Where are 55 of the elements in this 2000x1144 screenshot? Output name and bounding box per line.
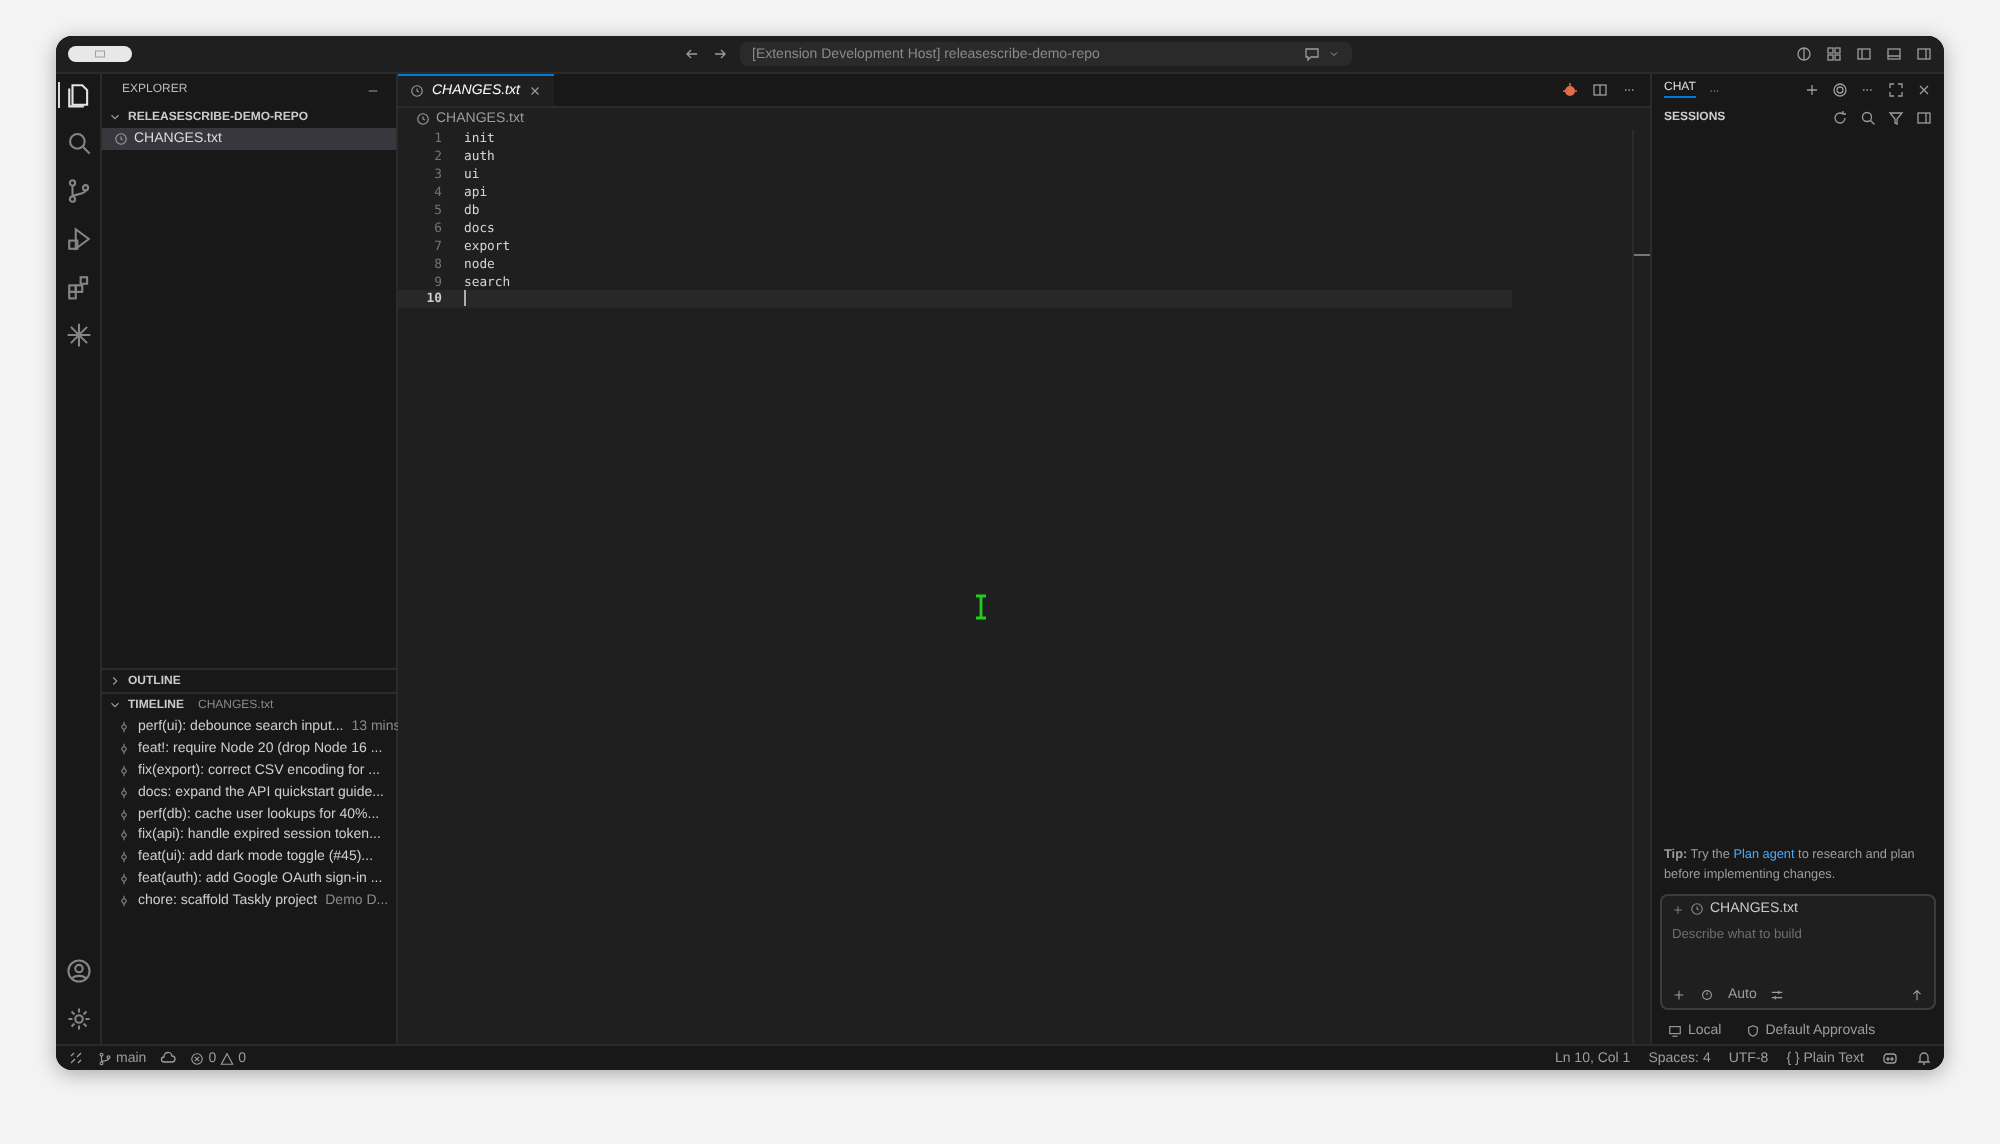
commit-icon[interactable] xyxy=(118,828,130,843)
commit-icon[interactable] xyxy=(118,741,130,756)
split-editor-icon[interactable] xyxy=(1592,82,1608,98)
settings-icon[interactable] xyxy=(1832,82,1848,98)
bug-icon[interactable] xyxy=(1562,82,1578,98)
run-debug-icon[interactable] xyxy=(66,226,92,252)
commit-icon[interactable] xyxy=(118,719,130,734)
half-circle-icon[interactable] xyxy=(1796,46,1812,62)
commit-icon[interactable] xyxy=(118,763,130,778)
refresh-icon[interactable] xyxy=(1832,110,1848,126)
account-icon[interactable] xyxy=(65,958,91,984)
search-icon[interactable] xyxy=(1860,110,1876,126)
commit-icon[interactable] xyxy=(118,894,130,909)
sliders-icon[interactable] xyxy=(1770,988,1785,1002)
plus-icon[interactable] xyxy=(1672,988,1686,1002)
warning-icon[interactable] xyxy=(220,1051,235,1065)
maximize-icon[interactable] xyxy=(1888,82,1904,98)
search-icon[interactable] xyxy=(66,130,92,156)
text-cursor-icon xyxy=(974,594,988,620)
sidebar-right-icon[interactable] xyxy=(1916,46,1932,62)
file-clock-icon[interactable] xyxy=(416,111,430,125)
sidebar-left-icon[interactable] xyxy=(1856,46,1872,62)
sidebar-right-icon[interactable] xyxy=(1916,110,1932,126)
monitor-icon[interactable] xyxy=(1668,1023,1682,1037)
filter-icon[interactable] xyxy=(1888,110,1904,126)
chevron-down-icon[interactable] xyxy=(108,698,122,712)
branch-icon[interactable] xyxy=(98,1051,112,1065)
settings-icon[interactable] xyxy=(65,1006,91,1032)
plus-icon[interactable] xyxy=(1672,903,1684,915)
file-clock-icon[interactable] xyxy=(1690,902,1704,916)
send-arrow-icon[interactable] xyxy=(1910,988,1924,1002)
bell-icon[interactable] xyxy=(1916,1050,1932,1066)
files-icon[interactable] xyxy=(66,82,92,108)
window-pill-button[interactable] xyxy=(68,46,132,62)
chevron-down-icon[interactable] xyxy=(108,110,122,124)
branch-icon[interactable] xyxy=(66,178,92,204)
close-icon[interactable] xyxy=(527,84,542,98)
extensions-icon[interactable] xyxy=(66,274,92,300)
commit-icon[interactable] xyxy=(118,807,130,821)
close-icon[interactable] xyxy=(1916,82,1932,98)
spark-icon[interactable] xyxy=(66,322,92,348)
panel-bottom-icon[interactable] xyxy=(1886,46,1902,62)
plus-icon[interactable] xyxy=(1804,82,1820,98)
commit-icon[interactable] xyxy=(118,785,130,800)
commit-icon[interactable] xyxy=(118,850,130,865)
shield-icon[interactable] xyxy=(1745,1023,1760,1037)
error-icon[interactable] xyxy=(190,1051,205,1065)
chat-bubble-icon[interactable] xyxy=(1304,46,1320,62)
file-clock-icon[interactable] xyxy=(114,132,128,146)
file-clock-icon[interactable] xyxy=(410,84,424,98)
chevron-right-icon[interactable] xyxy=(108,674,122,688)
grid-icon[interactable] xyxy=(1826,46,1842,62)
forward-arrow-icon[interactable] xyxy=(712,46,728,62)
commit-icon[interactable] xyxy=(118,872,130,887)
back-arrow-icon[interactable] xyxy=(684,46,700,62)
